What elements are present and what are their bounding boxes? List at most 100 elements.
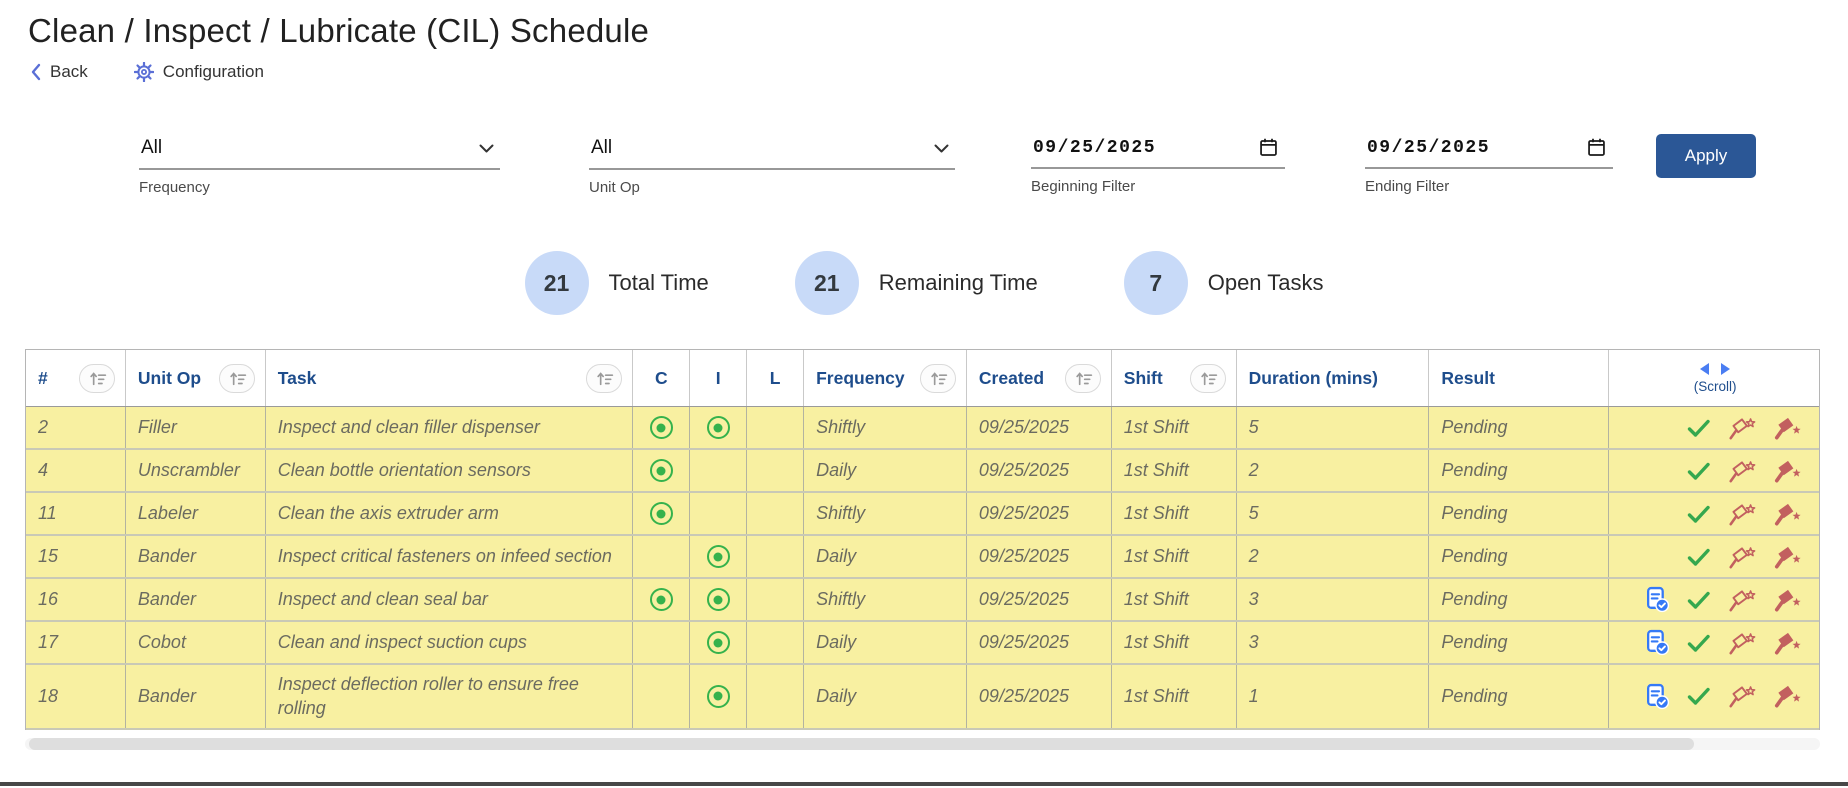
- checklist-button[interactable]: [1644, 683, 1671, 710]
- cell-created: 09/25/2025: [967, 536, 1112, 577]
- hammer-star-filled-icon: [1773, 458, 1803, 484]
- check-icon: [1687, 633, 1711, 653]
- complete-check-button[interactable]: [1687, 633, 1711, 653]
- column-header-created: Created: [967, 350, 1112, 406]
- cell-c: [633, 450, 690, 491]
- cell-i: [690, 536, 747, 577]
- duration-text: 5: [1249, 501, 1259, 525]
- cell-frequency: Daily: [804, 665, 967, 728]
- calendar-icon[interactable]: [1586, 137, 1607, 158]
- hammer-filled-button[interactable]: [1773, 501, 1803, 527]
- task-text: Clean and inspect suction cups: [278, 630, 527, 654]
- beginning-date-value: 09/25/2025: [1033, 138, 1156, 158]
- unit-op-text: Cobot: [138, 630, 186, 654]
- scroll-right-button[interactable]: [1720, 362, 1731, 376]
- complete-check-button[interactable]: [1687, 547, 1711, 567]
- cell-duration: 3: [1237, 622, 1430, 663]
- sort-button[interactable]: [586, 364, 622, 393]
- cell-c: [633, 536, 690, 577]
- horizontal-scrollbar[interactable]: [25, 738, 1820, 750]
- scrollbar-thumb[interactable]: [29, 738, 1694, 750]
- column-label: Shift: [1124, 368, 1163, 389]
- hammer-filled-button[interactable]: [1773, 630, 1803, 656]
- complete-check-button[interactable]: [1687, 418, 1711, 438]
- column-label: I: [716, 368, 721, 389]
- hammer-filled-button[interactable]: [1773, 544, 1803, 570]
- complete-check-button[interactable]: [1687, 461, 1711, 481]
- apply-button[interactable]: Apply: [1656, 134, 1756, 178]
- created-text: 09/25/2025: [979, 544, 1069, 568]
- sort-button[interactable]: [1190, 364, 1226, 393]
- result-text: Pending: [1441, 415, 1507, 439]
- hammer-outline-button[interactable]: [1727, 458, 1757, 484]
- cell-task: Inspect critical fasteners on infeed sec…: [266, 536, 634, 577]
- table-header: # Unit Op Task C I L Frequency C: [26, 350, 1819, 407]
- column-header-num: #: [26, 350, 126, 406]
- cell-created: 09/25/2025: [967, 622, 1112, 663]
- sort-button[interactable]: [79, 364, 115, 393]
- duration-text: 3: [1249, 587, 1259, 611]
- cell-duration: 1: [1237, 665, 1430, 728]
- hammer-outline-button[interactable]: [1727, 415, 1757, 441]
- sort-button[interactable]: [1065, 364, 1101, 393]
- column-header-shift: Shift: [1112, 350, 1237, 406]
- scroll-left-button[interactable]: [1699, 362, 1710, 376]
- cell-result: Pending: [1429, 579, 1609, 620]
- back-button[interactable]: Back: [30, 62, 88, 82]
- unit-op-select-label: Unit Op: [589, 179, 955, 196]
- cell-actions: [1609, 665, 1819, 728]
- cell-num: 4: [26, 450, 126, 491]
- cell-i: [690, 450, 747, 491]
- sort-button[interactable]: [219, 364, 255, 393]
- duration-text: 2: [1249, 458, 1259, 482]
- created-text: 09/25/2025: [979, 587, 1069, 611]
- task-text: Inspect and clean seal bar: [278, 587, 488, 611]
- cell-l: [747, 493, 804, 534]
- checklist-icon: [1644, 586, 1671, 613]
- cell-task: Inspect and clean seal bar: [266, 579, 634, 620]
- checklist-button[interactable]: [1644, 629, 1671, 656]
- ending-date-input[interactable]: 09/25/2025: [1365, 134, 1613, 169]
- task-text: Clean the axis extruder arm: [278, 501, 499, 525]
- checklist-button[interactable]: [1644, 586, 1671, 613]
- hammer-star-filled-icon: [1773, 544, 1803, 570]
- column-header-c: C: [633, 350, 690, 406]
- check-icon: [1687, 504, 1711, 524]
- clean-selected-icon: [650, 588, 673, 611]
- shift-text: 1st Shift: [1124, 684, 1189, 708]
- complete-check-button[interactable]: [1687, 686, 1711, 706]
- sort-button[interactable]: [920, 364, 956, 393]
- stat-open-tasks: 7 Open Tasks: [1124, 251, 1324, 315]
- table-row: 18 Bander Inspect deflection roller to e…: [26, 665, 1819, 730]
- configuration-button[interactable]: Configuration: [134, 62, 264, 82]
- gear-icon: [134, 62, 154, 82]
- cell-shift: 1st Shift: [1112, 493, 1237, 534]
- task-text: Inspect and clean filler dispenser: [278, 415, 540, 439]
- table-body: 2 Filler Inspect and clean filler dispen…: [26, 407, 1819, 730]
- shift-text: 1st Shift: [1124, 501, 1189, 525]
- cell-l: [747, 665, 804, 728]
- hammer-outline-button[interactable]: [1727, 544, 1757, 570]
- cell-num: 2: [26, 407, 126, 448]
- hammer-filled-button[interactable]: [1773, 458, 1803, 484]
- complete-check-button[interactable]: [1687, 504, 1711, 524]
- hammer-filled-button[interactable]: [1773, 415, 1803, 441]
- hammer-filled-button[interactable]: [1773, 683, 1803, 709]
- hammer-outline-button[interactable]: [1727, 501, 1757, 527]
- hammer-filled-button[interactable]: [1773, 587, 1803, 613]
- beginning-date-input[interactable]: 09/25/2025: [1031, 134, 1285, 169]
- cell-result: Pending: [1429, 493, 1609, 534]
- calendar-icon[interactable]: [1258, 137, 1279, 158]
- hammer-outline-button[interactable]: [1727, 587, 1757, 613]
- ending-date-label: Ending Filter: [1365, 178, 1613, 195]
- cell-unit-op: Unscrambler: [126, 450, 266, 491]
- hammer-outline-button[interactable]: [1727, 630, 1757, 656]
- complete-check-button[interactable]: [1687, 590, 1711, 610]
- unit-op-select[interactable]: All: [589, 134, 955, 170]
- frequency-select[interactable]: All: [139, 134, 500, 170]
- nav-row: Back Configuration: [30, 62, 1848, 82]
- hammer-outline-button[interactable]: [1727, 683, 1757, 709]
- hammer-star-outline-icon: [1727, 544, 1757, 570]
- hammer-star-outline-icon: [1727, 458, 1757, 484]
- inspect-selected-icon: [707, 545, 730, 568]
